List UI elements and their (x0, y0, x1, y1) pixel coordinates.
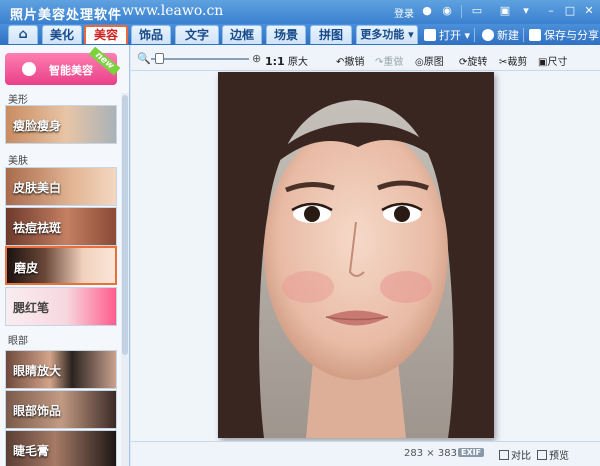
preview-button[interactable]: 预览 (537, 447, 569, 462)
open-button[interactable]: 打开 ▾ (424, 27, 470, 43)
original-label: 原图 (423, 57, 444, 68)
compare-icon (499, 450, 509, 460)
redo-button[interactable]: ↷重做 (375, 53, 403, 68)
actual-size-button[interactable]: 1:1 原大 (265, 53, 308, 68)
original-icon: ◎ (415, 57, 424, 68)
feature-label: 瘦脸瘦身 (13, 119, 62, 133)
canvas-toolbar: 🔍 ⊕ 1:1 原大 ↶撤销 ↷重做 ◎原图 ⟳旋转 ✂裁剪 ▣尺寸 (131, 45, 600, 71)
rotate-button[interactable]: ⟳旋转 (459, 53, 487, 68)
tab-beauty[interactable]: 美容 (84, 25, 128, 44)
image-width: 283 (404, 448, 424, 459)
feature-label: 皮肤美白 (13, 181, 62, 195)
resize-button[interactable]: ▣尺寸 (538, 53, 567, 68)
tabbar-divider-2 (523, 28, 524, 42)
ratio-label: 1:1 (265, 55, 285, 68)
image-canvas[interactable] (131, 71, 600, 441)
feature-scrollbar[interactable] (121, 93, 129, 466)
feature-eye-enlarge[interactable]: 眼睛放大 (5, 350, 117, 389)
portrait-image (218, 72, 494, 438)
feature-label: 眼睛放大 (13, 364, 62, 378)
feature-label: 腮红笔 (13, 301, 50, 315)
feature-skin-smoothing[interactable]: 磨皮 (5, 246, 117, 285)
feature-label: 眼部饰品 (13, 404, 62, 418)
tab-accessories[interactable]: 饰品 (131, 25, 171, 44)
section-label-skin: 美肤 (8, 156, 28, 167)
compare-label: 对比 (511, 451, 531, 462)
zoom-out-icon[interactable]: 🔍 (137, 52, 151, 65)
save-share-button[interactable]: 保存与分享 (529, 27, 599, 43)
folder-icon (424, 29, 436, 41)
home-icon: ⌂ (18, 27, 28, 42)
rotate-label: 旋转 (467, 57, 488, 68)
feature-blush-brush[interactable]: 腮红笔 (5, 287, 117, 326)
scrollbar-thumb[interactable] (122, 95, 128, 355)
status-bar: 283 × 383 EXIF 对比 预览 (131, 441, 600, 466)
skin-icon[interactable]: ▣ (498, 4, 512, 18)
new-badge: new (88, 46, 121, 76)
feature-label: 睫毛膏 (13, 444, 50, 458)
feature-label: 磨皮 (14, 261, 39, 275)
preview-label: 预览 (549, 451, 569, 462)
zoom-slider[interactable] (151, 58, 249, 60)
original-image-button[interactable]: ◎原图 (415, 53, 444, 68)
minimize-icon[interactable]: – (544, 4, 558, 18)
titlebar-divider (461, 5, 462, 18)
smart-beauty-label: 智能美容 (49, 64, 93, 77)
tab-scene[interactable]: 场景 (266, 25, 306, 44)
feature-eye-accessories[interactable]: 眼部饰品 (5, 390, 117, 429)
feature-label: 祛痘祛斑 (13, 221, 62, 235)
watermark-url: www.leawo.cn (122, 3, 224, 19)
save-label: 保存与分享 (544, 29, 599, 42)
crop-label: 裁剪 (507, 57, 528, 68)
crop-button[interactable]: ✂裁剪 (499, 53, 527, 68)
tabbar-divider (474, 28, 475, 42)
tab-more-features[interactable]: 更多功能 ▾ (356, 25, 418, 44)
qq-icon[interactable]: ● (420, 4, 434, 18)
open-label: 打开 ▾ (439, 29, 471, 42)
tab-collage[interactable]: 拼图 (310, 25, 352, 44)
maximize-icon[interactable]: □ (563, 4, 577, 18)
undo-button[interactable]: ↶撤销 (336, 53, 364, 68)
section-label-eyes: 眼部 (8, 336, 28, 347)
plus-icon (482, 29, 494, 41)
smart-beauty-button[interactable]: 智能美容 new (5, 46, 121, 85)
dimension-separator: × (426, 448, 435, 459)
zoom-in-icon[interactable]: ⊕ (252, 52, 261, 65)
new-label: 新建 (497, 29, 519, 42)
actual-size-label: 原大 (287, 57, 308, 68)
weibo-icon[interactable]: ◉ (440, 4, 454, 18)
image-height: 383 (437, 448, 457, 459)
new-button[interactable]: 新建 (482, 27, 519, 43)
feedback-icon[interactable]: ▭ (470, 4, 484, 18)
preview-icon (537, 450, 547, 460)
feature-acne-removal[interactable]: 祛痘祛斑 (5, 207, 117, 246)
tab-frame[interactable]: 边框 (222, 25, 262, 44)
feature-mascara[interactable]: 睫毛膏 (5, 430, 117, 466)
feature-slim-face[interactable]: 瘦脸瘦身 (5, 105, 117, 144)
main-tab-bar: ⌂ 美化 美容 饰品 文字 边框 场景 拼图 更多功能 ▾ 打开 ▾ 新建 保存… (0, 24, 600, 45)
tab-text[interactable]: 文字 (175, 25, 219, 44)
app-title: 照片美容处理软件 (10, 8, 123, 23)
section-label-shape: 美形 (8, 95, 28, 106)
menu-icon[interactable]: ▾ (519, 4, 533, 18)
compare-button[interactable]: 对比 (499, 447, 531, 462)
edited-photo[interactable] (218, 72, 494, 438)
image-dimensions: 283 × 383 (404, 448, 457, 459)
smart-face-icon (22, 62, 36, 76)
feature-panel: 智能美容 new 美形 瘦脸瘦身 美肤 皮肤美白 祛痘祛斑 磨皮 腮红笔 眼部 … (0, 45, 130, 466)
feature-skin-whitening[interactable]: 皮肤美白 (5, 167, 117, 206)
close-icon[interactable]: ✕ (582, 4, 596, 18)
redo-label: 重做 (383, 57, 404, 68)
login-link[interactable]: 登录 (394, 5, 414, 20)
zoom-slider-handle[interactable] (155, 53, 164, 64)
title-bar: 照片美容处理软件 www.leawo.cn 登录 ● ◉ ▭ ▣ ▾ – □ ✕ (0, 0, 600, 24)
undo-label: 撤销 (344, 57, 365, 68)
save-icon (529, 29, 541, 41)
tab-beautify[interactable]: 美化 (42, 25, 82, 44)
home-tab[interactable]: ⌂ (8, 25, 38, 44)
exif-button[interactable]: EXIF (458, 448, 485, 457)
resize-label: 尺寸 (547, 57, 568, 68)
